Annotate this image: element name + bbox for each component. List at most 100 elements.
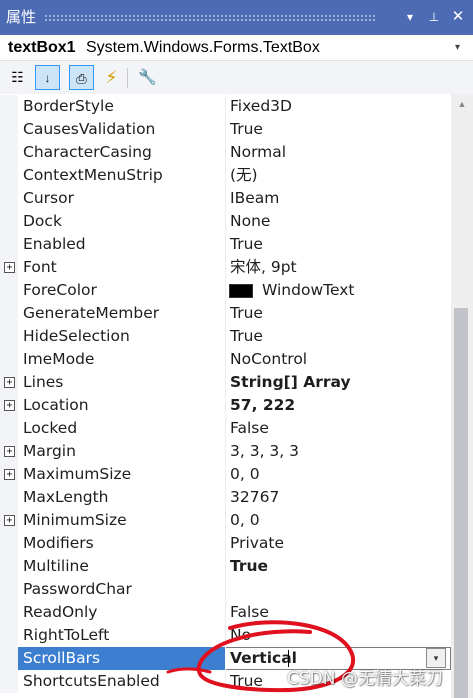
vertical-scrollbar[interactable]: ▲ [451,94,473,698]
auto-hide-pin-icon[interactable]: ⊥ [424,7,444,27]
property-value: NoControl [230,350,308,368]
property-row-forecolor[interactable]: ForeColor WindowText [0,279,451,302]
column-divider[interactable] [225,509,226,532]
chevron-down-icon[interactable]: ▾ [455,39,460,57]
row-gutter [0,601,18,624]
property-row-scrollbars[interactable]: ScrollBars Vertical ▾ [0,647,451,670]
property-value-input[interactable]: Vertical [230,649,297,668]
column-divider[interactable] [225,532,226,555]
property-row-location[interactable]: + Location 57, 222 [0,394,451,417]
property-row-generatemember[interactable]: GenerateMember True [0,302,451,325]
categorized-view-icon[interactable]: ☷ [5,65,30,90]
property-value: Private [230,534,285,552]
row-gutter [0,578,18,601]
property-row-contextmenustrip[interactable]: ContextMenuStrip (无) [0,164,451,187]
column-divider[interactable] [225,233,226,256]
property-row-hideselection[interactable]: HideSelection True [0,325,451,348]
column-divider[interactable] [225,279,226,302]
row-gutter [0,417,18,440]
property-name: Dock [23,212,62,230]
property-row-maxlength[interactable]: MaxLength 32767 [0,486,451,509]
column-divider[interactable] [225,463,226,486]
column-divider[interactable] [225,118,226,141]
property-value: 3, 3, 3, 3 [230,442,300,460]
expand-plus-icon[interactable]: + [4,515,15,526]
row-gutter [0,187,18,210]
window-position-dropdown-icon[interactable]: ▾ [400,7,420,27]
column-divider[interactable] [225,624,226,647]
column-divider[interactable] [225,486,226,509]
column-divider[interactable] [225,555,226,578]
column-divider[interactable] [225,670,226,693]
property-row-charactercasing[interactable]: CharacterCasing Normal [0,141,451,164]
property-row-locked[interactable]: Locked False [0,417,451,440]
window-title: 属性 [6,8,37,26]
column-divider[interactable] [225,417,226,440]
property-row-modifiers[interactable]: Modifiers Private [0,532,451,555]
value-dropdown-button[interactable]: ▾ [426,648,446,668]
property-row-lines[interactable]: + Lines String[] Array [0,371,451,394]
property-row-multiline[interactable]: Multiline True [0,555,451,578]
property-row-enabled[interactable]: Enabled True [0,233,451,256]
column-divider[interactable] [225,187,226,210]
property-row-margin[interactable]: + Margin 3, 3, 3, 3 [0,440,451,463]
column-divider[interactable] [225,601,226,624]
property-row-cursor[interactable]: Cursor IBeam [0,187,451,210]
row-gutter [0,210,18,233]
property-name: ContextMenuStrip [23,166,163,184]
column-divider[interactable] [225,256,226,279]
property-value: WindowText [262,281,355,299]
alphabetical-sort-icon[interactable]: ↓ [35,65,60,90]
title-grip[interactable] [44,14,377,21]
expand-plus-icon[interactable]: + [4,446,15,457]
property-value: True [230,120,263,138]
expand-plus-icon[interactable]: + [4,262,15,273]
column-divider[interactable] [225,95,226,118]
column-divider[interactable] [225,578,226,601]
expand-plus-icon[interactable]: + [4,469,15,480]
property-row-minimumsize[interactable]: + MinimumSize 0, 0 [0,509,451,532]
row-gutter [0,486,18,509]
object-selector[interactable]: textBox1 System.Windows.Forms.TextBox ▾ [0,35,473,61]
column-divider[interactable] [225,302,226,325]
property-row-passwordchar[interactable]: PasswordChar [0,578,451,601]
column-divider[interactable] [225,141,226,164]
property-value: 0, 0 [230,511,260,529]
row-gutter [0,279,18,302]
column-divider[interactable] [225,210,226,233]
property-row-font[interactable]: + Font 宋体, 9pt [0,256,451,279]
column-divider[interactable] [225,325,226,348]
property-value: Normal [230,143,287,161]
property-row-borderstyle[interactable]: BorderStyle Fixed3D [0,95,451,118]
column-divider[interactable] [225,394,226,417]
scroll-thumb[interactable] [454,308,468,698]
row-gutter [0,647,18,670]
property-value: True [230,304,263,322]
property-row-maximumsize[interactable]: + MaximumSize 0, 0 [0,463,451,486]
properties-view-icon[interactable]: ⎙ [69,65,94,90]
property-toolbar: ☷ ↓ ⎙ ⚡ 🔧 [0,61,473,94]
property-grid: BorderStyle Fixed3D CausesValidation True Ch… [0,94,451,698]
property-row-readonly[interactable]: ReadOnly False [0,601,451,624]
property-name: MaximumSize [23,465,132,483]
row-gutter [0,532,18,555]
column-divider[interactable] [225,164,226,187]
expand-plus-icon[interactable]: + [4,400,15,411]
property-pages-wrench-icon[interactable]: 🔧 [135,65,160,90]
property-row-causesvalidation[interactable]: CausesValidation True [0,118,451,141]
property-name: ImeMode [23,350,95,368]
column-divider[interactable] [225,348,226,371]
property-name: Enabled [23,235,86,253]
property-name: Font [23,258,57,276]
property-row-dock[interactable]: Dock None [0,210,451,233]
events-lightning-icon[interactable]: ⚡ [99,65,124,90]
csdn-watermark: CSDN @无情大菜刀 [287,669,443,689]
property-row-righttoleft[interactable]: RightToLeft No [0,624,451,647]
scroll-up-arrow-icon[interactable]: ▲ [451,96,473,112]
column-divider[interactable] [225,371,226,394]
expand-plus-icon[interactable]: + [4,377,15,388]
column-divider[interactable] [225,440,226,463]
property-row-imemode[interactable]: ImeMode NoControl [0,348,451,371]
property-value: Fixed3D [230,97,292,115]
close-icon[interactable]: ✕ [448,7,468,27]
